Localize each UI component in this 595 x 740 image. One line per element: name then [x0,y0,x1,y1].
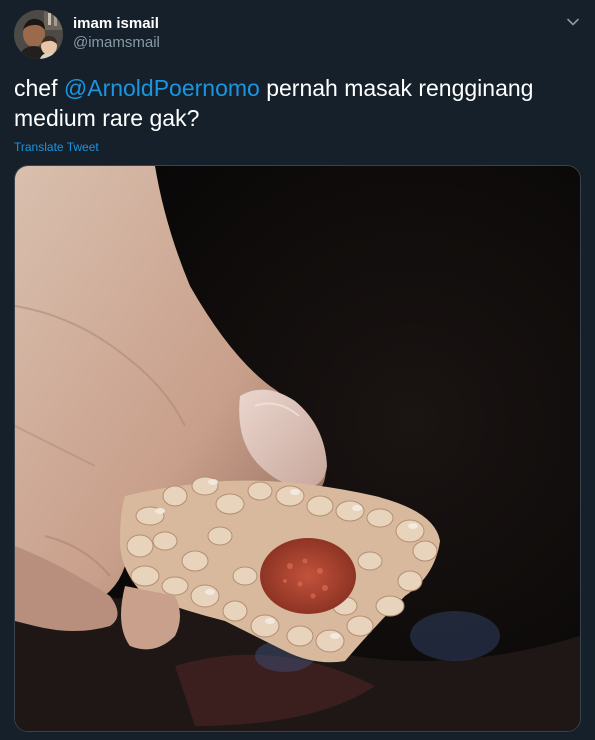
tweet-card: imam ismail @imamsmail chef @ArnoldPoern… [0,0,595,740]
avatar[interactable] [14,10,63,59]
user-names: imam ismail @imamsmail [73,14,160,53]
tweet-photo[interactable] [14,165,581,732]
chevron-down-icon[interactable] [565,14,581,30]
user-handle: @imamsmail [73,34,160,51]
translate-tweet-link[interactable]: Translate Tweet [14,140,99,154]
avatar-photo [14,10,63,59]
photo-hand-holding-rengginang [15,166,580,731]
mention-link[interactable]: @ArnoldPoernomo [64,75,260,101]
display-name[interactable]: imam ismail [73,14,160,33]
tweet-text: chef @ArnoldPoernomo pernah masak renggi… [14,73,574,133]
tweet-header: imam ismail @imamsmail [14,10,584,60]
tweet-text-before: chef [14,75,64,101]
